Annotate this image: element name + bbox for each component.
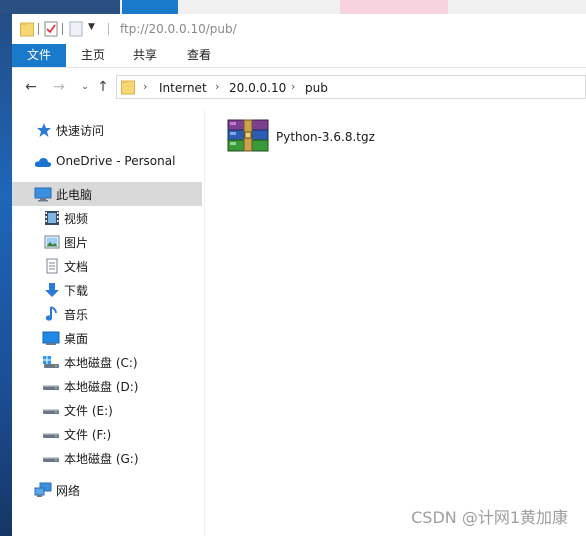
download-icon (44, 282, 60, 298)
sidebar-item-label: 网络 (56, 484, 81, 498)
sidebar-item-drive-e[interactable]: 文件 (E:) (12, 398, 202, 422)
tab-view[interactable]: 查看 (174, 44, 224, 67)
document-icon (44, 258, 60, 274)
customize-toolbar-chevron-icon[interactable]: ▼ (88, 22, 95, 32)
breadcrumb-separator-icon: › (215, 80, 220, 93)
sidebar-item-videos[interactable]: 视频 (12, 206, 202, 230)
sidebar-item-drive-c[interactable]: 本地磁盘 (C:) (12, 350, 202, 374)
sidebar-item-label: 本地磁盘 (D:) (64, 380, 139, 394)
file-name: Python-3.6.8.tgz (276, 130, 375, 144)
title-bar: ▼ ftp://20.0.0.10/pub/ (12, 14, 586, 44)
pane-divider (204, 110, 205, 536)
music-icon (44, 306, 60, 322)
forward-arrow-icon[interactable]: → (50, 78, 68, 96)
breadcrumb-internet[interactable]: Internet (159, 81, 207, 95)
sidebar-item-documents[interactable]: 文档 (12, 254, 202, 278)
video-icon (44, 210, 60, 226)
file-item[interactable]: Python-3.6.8.tgz (226, 118, 416, 154)
ribbon-tabs: 文件 主页 共享 查看 (12, 44, 586, 68)
up-arrow-icon[interactable]: ↑ (94, 78, 112, 96)
sidebar-item-label: 图片 (64, 236, 89, 250)
background-window-tab (122, 0, 178, 14)
sidebar-item-pictures[interactable]: 图片 (12, 230, 202, 254)
sidebar-item-label: 下载 (64, 284, 89, 298)
sidebar-item-label: 桌面 (64, 332, 89, 346)
background-window-tab-pink (340, 0, 448, 14)
sidebar-item-label: 文件 (F:) (64, 428, 112, 442)
sidebar-item-drive-d[interactable]: 本地磁盘 (D:) (12, 374, 202, 398)
drive-icon (42, 402, 59, 418)
network-icon (34, 482, 52, 498)
navigation-bar: ← → ⌄ ↑ › Internet › 20.0.0.10 › pub (12, 72, 586, 104)
sidebar-item-downloads[interactable]: 下载 (12, 278, 202, 302)
desktop-icon (42, 330, 60, 346)
archive-icon (226, 118, 270, 157)
drive-icon (42, 450, 59, 466)
sidebar-item-music[interactable]: 音乐 (12, 302, 202, 326)
breadcrumb-separator-icon: › (143, 80, 148, 93)
sidebar-item-label: 此电脑 (56, 188, 93, 202)
sidebar-item-label: 本地磁盘 (C:) (64, 356, 138, 370)
sidebar-item-label: 视频 (64, 212, 89, 226)
sidebar-item-label: 本地磁盘 (G:) (64, 452, 139, 466)
folder-icon (121, 79, 135, 98)
file-explorer-window: ▼ ftp://20.0.0.10/pub/ 文件 主页 共享 查看 ← → ⌄… (12, 14, 586, 536)
separator (38, 23, 39, 35)
sidebar-item-network[interactable]: 网络 (12, 478, 202, 502)
drive-icon (42, 378, 59, 394)
sidebar-item-label: 文件 (E:) (64, 404, 113, 418)
picture-icon (44, 234, 60, 250)
computer-icon (34, 186, 52, 202)
sidebar-item-label: 快速访问 (56, 124, 105, 138)
breadcrumb-host[interactable]: 20.0.0.10 (229, 81, 286, 95)
properties-icon[interactable] (44, 21, 58, 40)
tab-share[interactable]: 共享 (120, 44, 170, 67)
folder-icon (20, 21, 34, 40)
sidebar-item-desktop[interactable]: 桌面 (12, 326, 202, 350)
sidebar-item-label: 音乐 (64, 308, 89, 322)
tab-file[interactable]: 文件 (12, 44, 66, 67)
desktop-background (0, 14, 12, 536)
sidebar-item-label: 文档 (64, 260, 89, 274)
window-title: ftp://20.0.0.10/pub/ (120, 22, 237, 36)
cloud-icon (34, 154, 52, 170)
sidebar-item-onedrive[interactable]: OneDrive - Personal (12, 150, 202, 174)
sidebar-item-drive-g[interactable]: 本地磁盘 (G:) (12, 446, 202, 470)
new-file-icon[interactable] (69, 21, 83, 40)
breadcrumb-separator-icon: › (291, 80, 296, 93)
back-arrow-icon[interactable]: ← (22, 78, 40, 96)
drive-icon (42, 426, 59, 442)
separator (108, 23, 109, 35)
sidebar-item-this-pc[interactable]: 此电脑 (12, 182, 202, 206)
sidebar-item-label: OneDrive - Personal (56, 154, 176, 168)
breadcrumb-pub[interactable]: pub (305, 81, 328, 95)
sidebar-item-drive-f[interactable]: 文件 (F:) (12, 422, 202, 446)
recent-locations-chevron-icon[interactable]: ⌄ (76, 78, 94, 96)
navigation-pane: 快速访问 OneDrive - Personal 此电脑 视频 图片 文档 下载… (12, 110, 204, 536)
separator (62, 23, 63, 35)
system-drive-icon (42, 354, 59, 370)
address-bar[interactable]: › Internet › 20.0.0.10 › pub (116, 75, 586, 99)
watermark-text: CSDN @计网1黄加康 (411, 508, 568, 527)
sidebar-item-quick-access[interactable]: 快速访问 (12, 118, 202, 142)
tab-home[interactable]: 主页 (68, 44, 118, 67)
star-icon (36, 122, 52, 138)
